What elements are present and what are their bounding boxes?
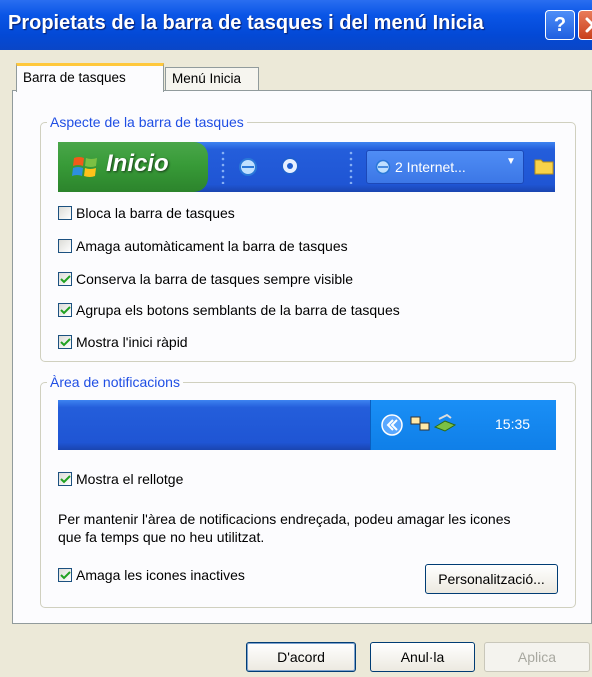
bloca-label: Bloca la barra de tasques xyxy=(76,205,235,221)
help-button[interactable]: ? xyxy=(545,10,575,40)
mostra-inici-checkbox[interactable] xyxy=(58,335,72,349)
mostra-rellotge-label: Mostra el rellotge xyxy=(76,471,184,487)
checkmark-icon xyxy=(60,338,71,347)
close-icon xyxy=(585,17,592,33)
chevron-left-icon xyxy=(381,414,403,436)
grip-dots-icon xyxy=(221,151,225,184)
close-button[interactable] xyxy=(578,10,592,40)
checkmark-icon xyxy=(60,306,71,315)
personalitzacio-button[interactable]: Personalització... xyxy=(425,564,558,594)
bloca-checkbox[interactable] xyxy=(58,206,72,220)
safely-remove-hardware-icon xyxy=(433,413,457,432)
mostra-inici-label: Mostra l'inici ràpid xyxy=(76,334,188,350)
notification-area-preview: 15:35 xyxy=(58,400,556,450)
conserva-checkbox[interactable] xyxy=(58,272,72,286)
amaga-checkbox[interactable] xyxy=(58,239,72,253)
conserva-label: Conserva la barra de tasques sempre visi… xyxy=(76,271,354,287)
tab-menu-inicia[interactable]: Menú Inicia xyxy=(165,67,259,91)
tab-barra-de-tasques[interactable]: Barra de tasques xyxy=(16,63,164,92)
notification-help-text: Per mantenir l'àrea de notificacions end… xyxy=(58,511,511,545)
mostra-rellotge-checkbox[interactable] xyxy=(58,472,72,486)
taskbar-group-label: 2 Internet... xyxy=(395,159,466,175)
apply-button[interactable]: Aplica xyxy=(484,642,590,672)
notifications-group-title: Àrea de notificacions xyxy=(47,374,183,390)
ok-button[interactable]: D'acord xyxy=(246,642,356,672)
agrupa-checkbox[interactable] xyxy=(58,303,72,317)
checkmark-icon xyxy=(60,475,71,484)
clock-time[interactable]: 15:35 xyxy=(495,416,530,432)
cancel-button[interactable]: Anul·la xyxy=(370,642,475,672)
appearance-group-title: Aspecte de la barra de tasques xyxy=(47,114,247,130)
chevron-down-icon: ▼ xyxy=(506,156,516,167)
agrupa-label: Agrupa els botons semblants de la barra … xyxy=(76,302,400,318)
checkmark-icon xyxy=(60,275,71,284)
start-button-label: Inicio xyxy=(106,150,169,177)
taskbar-preview: Inicio 2 Internet... ▼ xyxy=(58,142,555,192)
network-icon xyxy=(410,416,430,431)
internet-explorer-icon-small xyxy=(375,159,391,175)
amaga-label: Amaga automàticament la barra de tasques xyxy=(76,238,348,254)
amaga-icones-label: Amaga les icones inactives xyxy=(76,567,245,583)
taskbar-group-button: 2 Internet... ▼ xyxy=(366,150,524,184)
system-tray: 15:35 xyxy=(370,400,556,450)
title-bar[interactable]: Propietats de la barra de tasques i del … xyxy=(0,0,592,50)
checkmark-icon xyxy=(60,571,71,580)
grip-dots-icon-2 xyxy=(349,151,353,184)
internet-explorer-icon xyxy=(239,158,257,176)
start-button-preview: Inicio xyxy=(58,142,208,192)
taskbar-properties-dialog: Propietats de la barra de tasques i del … xyxy=(0,0,592,677)
folder-icon xyxy=(534,159,554,175)
windows-logo-icon xyxy=(72,157,97,177)
outlook-express-icon xyxy=(281,157,299,175)
amaga-icones-checkbox[interactable] xyxy=(58,568,72,582)
window-title: Propietats de la barra de tasques i del … xyxy=(8,12,484,34)
